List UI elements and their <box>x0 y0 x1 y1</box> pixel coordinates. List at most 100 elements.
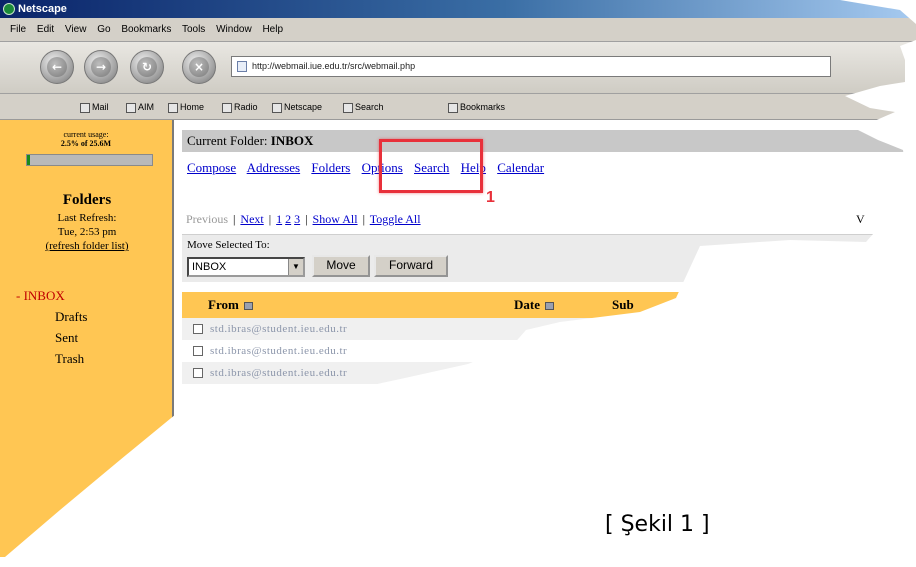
toolbar-mail[interactable]: Mail <box>80 94 109 120</box>
message-checkbox[interactable] <box>193 368 203 378</box>
show-all-link[interactable]: Show All <box>313 212 358 226</box>
pager-page-2[interactable]: 2 <box>285 212 291 226</box>
menu-edit[interactable]: Edit <box>37 24 54 35</box>
from-column-label: From <box>208 297 239 312</box>
usage-value: 2.5% of 25.6M <box>60 139 112 148</box>
toolbar-aim-label: AIM <box>138 102 155 112</box>
move-selected-label: Move Selected To: <box>187 239 270 251</box>
browser-window: Netscape File Edit View Go Bookmarks Too… <box>0 0 916 557</box>
stop-icon: × <box>189 57 209 77</box>
folder-drafts[interactable]: Drafts <box>55 309 88 325</box>
navigation-toolbar: ← → ↻ × http://webmail.iue.edu.tr/src/we… <box>0 42 916 94</box>
radio-icon <box>222 102 232 113</box>
menu-file[interactable]: File <box>10 24 26 35</box>
message-list-header: From Date Sub <box>182 292 916 318</box>
toolbar-search[interactable]: Search <box>343 94 384 120</box>
toolbar-radio-label: Radio <box>234 102 258 112</box>
pager-separator: | <box>362 212 365 226</box>
pager-separator: | <box>268 212 272 226</box>
usage-label: current usage: <box>63 130 109 139</box>
menu-tools[interactable]: Tools <box>182 24 205 35</box>
toolbar-mail-label: Mail <box>92 102 109 112</box>
last-refresh-time: Tue, 2:53 pm <box>57 226 117 238</box>
toolbar-home[interactable]: Home <box>168 94 204 120</box>
move-button[interactable]: Move <box>312 255 370 277</box>
netscape-icon <box>272 102 282 113</box>
pager-separator: | <box>233 212 236 226</box>
message-sender: std.ibras@student.ieu.edu.tr <box>210 345 348 357</box>
menu-help[interactable]: Help <box>262 24 283 35</box>
forward-nav-button[interactable]: → <box>84 50 118 84</box>
screenshot-stage: Netscape File Edit View Go Bookmarks Too… <box>0 0 916 567</box>
message-sender: std.ibras@student.ieu.edu.tr <box>210 323 348 335</box>
menu-bookmarks[interactable]: Bookmarks <box>121 24 171 35</box>
window-title: Netscape <box>18 3 67 15</box>
step-number: 1 <box>486 189 495 206</box>
sort-icon[interactable] <box>545 302 555 311</box>
addresses-link[interactable]: Addresses <box>247 160 300 175</box>
home-icon <box>168 102 178 113</box>
reload-button[interactable]: ↻ <box>130 50 164 84</box>
toolbar-bookmarks-label: Bookmarks <box>460 102 506 112</box>
pager-right-text: V <box>856 212 865 226</box>
title-bar: Netscape <box>0 0 916 18</box>
back-button[interactable]: ← <box>40 50 74 84</box>
pager-page-3[interactable]: 3 <box>294 212 300 226</box>
folders-title: Folders <box>62 192 112 208</box>
forward-button[interactable]: Forward <box>374 255 448 277</box>
date-column-label: Date <box>514 297 540 312</box>
toolbar-aim[interactable]: AIM <box>126 94 154 120</box>
sort-icon[interactable] <box>244 302 254 311</box>
url-text: http://webmail.iue.edu.tr/src/webmail.ph… <box>252 61 416 71</box>
toolbar-netscape-label: Netscape <box>284 102 323 112</box>
menu-bar: File Edit View Go Bookmarks Tools Window… <box>0 18 916 42</box>
menu-go[interactable]: Go <box>97 24 110 35</box>
mail-icon <box>80 102 90 113</box>
pager-previous: Previous <box>186 212 228 226</box>
aim-icon <box>126 102 136 113</box>
last-refresh-label: Last Refresh: <box>57 212 117 224</box>
url-field[interactable]: http://webmail.iue.edu.tr/src/webmail.ph… <box>231 56 831 77</box>
calendar-link[interactable]: Calendar <box>497 160 544 175</box>
forward-arrow-icon: → <box>91 57 111 77</box>
current-folder-bar: Current Folder: INBOX <box>182 130 916 152</box>
toolbar-radio[interactable]: Radio <box>222 94 258 120</box>
refresh-folder-list-link[interactable]: (refresh folder list) <box>0 240 174 252</box>
reload-icon: ↻ <box>137 57 157 77</box>
usage-bar-fill <box>27 155 31 165</box>
menu-window[interactable]: Window <box>216 24 252 35</box>
toggle-all-link[interactable]: Toggle All <box>370 212 421 226</box>
from-column-header[interactable]: From <box>208 292 254 318</box>
pager: Previous | Next | 1 2 3 | Show All | Tog… <box>186 212 421 227</box>
chevron-down-icon[interactable]: ▼ <box>288 259 303 275</box>
date-column-header[interactable]: Date <box>514 292 555 318</box>
folder-sent[interactable]: Sent <box>55 330 78 346</box>
pager-page-1[interactable]: 1 <box>276 212 282 226</box>
folder-trash[interactable]: Trash <box>55 351 84 367</box>
personal-toolbar: Mail AIM Home Radio Netscape Search Book… <box>0 94 916 120</box>
move-target-select[interactable]: INBOX ▼ <box>187 257 305 277</box>
subject-column-header[interactable]: Sub <box>612 292 634 318</box>
toolbar-bookmarks[interactable]: Bookmarks <box>448 94 505 120</box>
compose-link[interactable]: Compose <box>187 160 236 175</box>
folder-inbox[interactable]: - INBOX <box>16 288 65 304</box>
figure-caption: [ Şekil 1 ] <box>605 512 710 537</box>
stop-button[interactable]: × <box>182 50 216 84</box>
toolbar-search-label: Search <box>355 102 384 112</box>
mailbox-pane: Current Folder: INBOX Compose Addresses … <box>176 120 916 557</box>
netscape-logo-icon <box>3 3 15 15</box>
webmail-menu: Compose Addresses Folders Options Search… <box>187 160 552 176</box>
message-row[interactable]: std.ibras@student.ieu.edu.tr <box>182 318 916 340</box>
folders-link[interactable]: Folders <box>311 160 350 175</box>
menu-view[interactable]: View <box>65 24 87 35</box>
toolbar-netscape[interactable]: Netscape <box>272 94 322 120</box>
usage-bar <box>26 154 153 166</box>
options-highlight-box <box>379 139 483 193</box>
search-icon <box>343 102 353 113</box>
message-row[interactable]: std.ibras@student.ieu.edu.tr <box>182 340 916 362</box>
pager-next-link[interactable]: Next <box>240 212 263 226</box>
message-checkbox[interactable] <box>193 324 203 334</box>
message-row[interactable]: std.ibras@student.ieu.edu.tr <box>182 362 916 384</box>
move-target-value: INBOX <box>192 261 227 273</box>
message-checkbox[interactable] <box>193 346 203 356</box>
